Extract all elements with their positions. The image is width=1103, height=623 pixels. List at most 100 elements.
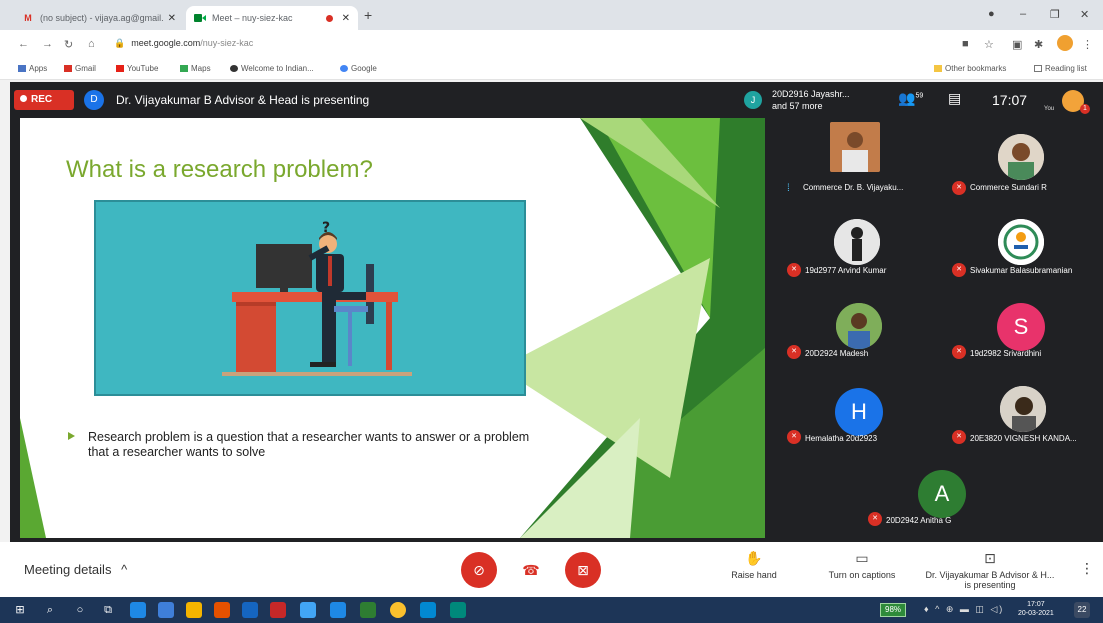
leave-call-button[interactable]: ☎: [513, 552, 549, 588]
slide-title: What is a research problem?: [66, 156, 373, 183]
windows-start-icon[interactable]: ⊞: [12, 602, 28, 618]
meet-controls-bar: Meeting details ^ ⊘ ☎ ⊠ ✋ Raise hand ▭ T…: [0, 542, 1103, 597]
menu-dots-icon[interactable]: ⋮: [1082, 38, 1093, 51]
participant-avatar: [836, 303, 882, 349]
windows-taskbar: ⊞ ⌕ ○ ⧉ 98% ♦ ^ ⊕ ▬ ◫ ◁) 17:07 20-03-202…: [0, 597, 1103, 623]
joined-notice: 20D2916 Jayashr... and 57 more: [772, 89, 850, 111]
app-icon[interactable]: [420, 602, 436, 618]
participant-avatar: H: [835, 388, 883, 436]
tab-gmail[interactable]: M (no subject) - vijaya.ag@gmail.c ✕: [14, 6, 184, 30]
edge-icon[interactable]: [130, 602, 146, 618]
app-icon[interactable]: [450, 602, 466, 618]
minimize-icon[interactable]: –: [1020, 8, 1026, 20]
chat-icon: ▤: [948, 90, 962, 106]
mic-off-icon: ✕: [952, 430, 966, 444]
bookmark-gmail[interactable]: Gmail: [64, 64, 96, 73]
participant-name: 20E3820 VIGNESH KANDA...: [970, 434, 1077, 443]
participant-avatar: [830, 122, 880, 172]
participant-name: Sivakumar Balasubramanian: [970, 266, 1073, 275]
folder-icon: [934, 65, 942, 72]
bookmark-indian[interactable]: Welcome to Indian...: [230, 64, 314, 73]
star-icon[interactable]: ☆: [984, 38, 994, 51]
participant-name: 20D2942 Anitha G: [886, 516, 952, 525]
people-icon: 👥: [898, 90, 916, 106]
participant-name: 20D2924 Madesh: [805, 349, 869, 358]
record-dot-icon: [20, 95, 27, 102]
bookmark-maps[interactable]: Maps: [180, 64, 211, 73]
profile-avatar[interactable]: [1057, 35, 1073, 51]
folder-icon[interactable]: [186, 602, 202, 618]
participant-name: 19d2977 Arvind Kumar: [805, 266, 887, 275]
mic-off-icon: ⊘: [473, 562, 485, 578]
mic-off-icon: ✕: [952, 263, 966, 277]
chrome-icon[interactable]: [390, 602, 406, 618]
puzzle-icon[interactable]: ✱: [1034, 38, 1043, 51]
close-window-icon[interactable]: ✕: [1080, 8, 1089, 21]
cortana-icon[interactable]: ○: [72, 602, 88, 618]
gmail-icon: M: [24, 13, 32, 23]
reload-icon[interactable]: ↻: [64, 38, 73, 51]
taskbar-clock[interactable]: 17:07 20-03-2021: [1018, 600, 1054, 618]
camera-off-icon: ⊠: [577, 562, 589, 578]
back-icon[interactable]: ←: [18, 38, 29, 50]
raise-hand-button[interactable]: ✋ Raise hand: [724, 550, 784, 580]
new-tab-icon[interactable]: +: [364, 7, 372, 23]
camera-icon[interactable]: ■: [962, 38, 969, 50]
recording-badge: REC: [14, 90, 74, 110]
participant-name: Commerce Dr. B. Vijayaku...: [803, 183, 904, 192]
app-icon[interactable]: [300, 602, 316, 618]
close-tab-icon[interactable]: ✕: [168, 13, 176, 24]
extension-icon[interactable]: ▣: [1012, 38, 1022, 51]
tab-meet[interactable]: Meet – nuy-siez-kac ✕: [186, 6, 358, 30]
search-icon[interactable]: ⌕: [42, 602, 58, 618]
battery-indicator[interactable]: 98%: [880, 603, 907, 617]
participant-name: Hemalatha 20d2923: [805, 434, 878, 443]
app-icon[interactable]: [270, 602, 286, 618]
maximize-icon[interactable]: ❐: [1050, 8, 1060, 21]
app-icon[interactable]: [360, 602, 376, 618]
hang-up-icon: ☎: [522, 562, 540, 578]
url-field[interactable]: 🔒 meet.google.com/nuy-siez-kac: [114, 38, 253, 49]
participant-avatar: A: [918, 470, 966, 518]
mic-off-icon: ✕: [952, 181, 966, 195]
firefox-icon[interactable]: [214, 602, 230, 618]
profile-dot-icon[interactable]: ●: [988, 8, 995, 20]
participant-avatar: S: [997, 303, 1045, 351]
task-view-icon[interactable]: ⧉: [100, 602, 116, 618]
other-bookmarks[interactable]: Other bookmarks: [934, 64, 1006, 73]
chat-button[interactable]: ▤: [948, 90, 961, 107]
captions-button[interactable]: ▭ Turn on captions: [822, 550, 902, 580]
mail-icon[interactable]: [242, 602, 258, 618]
app-icon[interactable]: [330, 602, 346, 618]
maps-icon: [180, 65, 188, 72]
you-label: You: [1044, 106, 1055, 112]
meet-top-bar: REC D Dr. Vijayakumar B Advisor & Head i…: [10, 82, 1103, 118]
forward-icon[interactable]: →: [42, 38, 53, 50]
notifications-icon[interactable]: 22: [1074, 602, 1090, 618]
bookmark-google[interactable]: Google: [340, 64, 377, 73]
microphone-toggle-button[interactable]: ⊘: [461, 552, 497, 588]
more-options-icon[interactable]: ⋮: [1080, 560, 1094, 577]
presenting-status-button[interactable]: ⊡ Dr. Vijayakumar B Advisor & H... is pr…: [920, 550, 1060, 590]
recording-dot-icon: [325, 14, 333, 22]
mic-off-icon: ✕: [868, 512, 882, 526]
home-icon[interactable]: ⌂: [88, 38, 95, 50]
mic-off-icon: ✕: [787, 263, 801, 277]
system-tray-icons[interactable]: ♦ ^ ⊕ ▬ ◫ ◁): [924, 604, 1004, 615]
confused-person-image: ?: [222, 220, 412, 376]
people-button[interactable]: 👥59: [898, 90, 923, 107]
file-explorer-icon[interactable]: [158, 602, 174, 618]
meeting-details-button[interactable]: Meeting details ^: [24, 562, 127, 577]
bookmark-youtube[interactable]: YouTube: [116, 64, 158, 73]
close-tab-icon[interactable]: ✕: [342, 13, 350, 24]
camera-toggle-button[interactable]: ⊠: [565, 552, 601, 588]
address-bar-row: ← → ↻ ⌂ 🔒 meet.google.com/nuy-siez-kac ■ …: [0, 30, 1103, 58]
mic-off-icon: ✕: [787, 345, 801, 359]
reading-list[interactable]: Reading list: [1034, 64, 1087, 73]
joined-avatar: J: [744, 91, 762, 109]
browser-tab-bar: M (no subject) - vijaya.ag@gmail.c ✕ Mee…: [0, 0, 1103, 30]
presentation-slide: What is a research problem? ? Research p…: [20, 118, 765, 538]
bookmark-apps[interactable]: Apps: [18, 64, 47, 73]
reading-list-icon: [1034, 65, 1042, 72]
speaking-indicator-icon: ⁞: [787, 183, 790, 194]
